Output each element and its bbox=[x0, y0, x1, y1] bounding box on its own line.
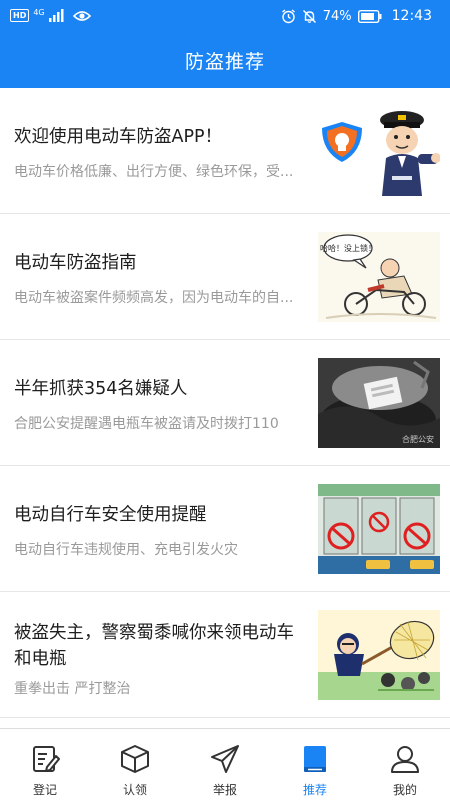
article-card[interactable]: 欢迎使用电动车防盗APP！ 电动车价格低廉、出行方便、绿色环保，受... bbox=[0, 88, 450, 214]
article-text: 半年抓获354名嫌疑人 合肥公安提醒遇电瓶车被盗请及时拨打110 bbox=[14, 340, 304, 466]
article-desc: 重拳出击 严打整治 bbox=[14, 681, 131, 697]
article-text: 欢迎使用电动车防盗APP！ 电动车价格低廉、出行方便、绿色环保，受... bbox=[14, 88, 304, 214]
speech-bubble-text: 哈哈！没上锁！ bbox=[320, 243, 376, 253]
battery-icon bbox=[357, 9, 382, 23]
article-desc: 电动自行车违规使用、充电引发火灾 bbox=[14, 542, 238, 558]
article-card[interactable]: 被盗失主，警察蜀黍喊你来领电动车和电瓶 重拳出击 严打整治 bbox=[0, 592, 450, 718]
article-thumbnail bbox=[318, 610, 440, 700]
article-text: 电动自行车安全使用提醒 电动自行车违规使用、充电引发火灾 bbox=[14, 466, 304, 592]
book-icon bbox=[304, 746, 326, 772]
thief-illustration: 哈哈！没上锁！ bbox=[318, 232, 440, 322]
tab-label: 认领 bbox=[122, 783, 147, 797]
article-desc: 电动车被盗案件频频高发，因为电动车的自... bbox=[14, 290, 294, 306]
police-shield-illustration bbox=[318, 106, 440, 196]
box-icon bbox=[121, 745, 149, 773]
eye-icon bbox=[72, 10, 91, 21]
bottom-tab-bar: 登记 认领 举报 推荐 我的 bbox=[0, 728, 450, 800]
tab-label: 举报 bbox=[212, 783, 237, 797]
tab-label: 登记 bbox=[32, 783, 57, 797]
page-title: 防盗推荐 bbox=[184, 51, 265, 73]
article-title: 电动车防盗指南 bbox=[14, 253, 137, 273]
tab-profile[interactable]: 我的 bbox=[360, 729, 450, 800]
article-card[interactable]: 电动车防盗指南 电动车被盗案件频频高发，因为电动车的自... 哈哈！没上锁！ bbox=[0, 214, 450, 340]
battery-percent: 74% bbox=[322, 8, 352, 24]
article-title: 欢迎使用电动车防盗APP！ bbox=[14, 127, 223, 147]
police-net-cartoon bbox=[318, 610, 440, 700]
article-thumbnail: 哈哈！没上锁！ bbox=[318, 232, 440, 322]
article-desc: 合肥公安提醒遇电瓶车被盗请及时拨打110 bbox=[14, 416, 279, 432]
edit-document-icon bbox=[33, 746, 60, 772]
article-desc: 电动车价格低廉、出行方便、绿色环保，受... bbox=[14, 164, 294, 180]
status-right: 74% 12:43 bbox=[281, 8, 432, 24]
article-list[interactable]: 欢迎使用电动车防盗APP！ 电动车价格低廉、出行方便、绿色环保，受... 电动车… bbox=[0, 88, 450, 728]
article-card[interactable]: 半年抓获354名嫌疑人 合肥公安提醒遇电瓶车被盗请及时拨打110 合肥公安 bbox=[0, 340, 450, 466]
tab-report[interactable]: 举报 bbox=[180, 729, 270, 800]
alarm-icon bbox=[281, 8, 295, 23]
article-thumbnail: 合肥公安 bbox=[318, 358, 440, 448]
article-title: 半年抓获354名嫌疑人 bbox=[14, 379, 188, 399]
tab-claim[interactable]: 认领 bbox=[90, 729, 180, 800]
article-card[interactable]: 电动自行车安全使用提醒 电动自行车违规使用、充电引发火灾 bbox=[0, 466, 450, 592]
paper-plane-icon bbox=[211, 745, 239, 773]
status-bar: HD 4G 74% 12:43 bbox=[0, 0, 450, 36]
article-thumbnail bbox=[318, 484, 440, 574]
scooter-seat-photo: 合肥公安 bbox=[318, 358, 440, 448]
watermark-text: 合肥公安 bbox=[402, 434, 434, 444]
mute-bell-icon bbox=[302, 9, 316, 23]
network-label: 4G bbox=[33, 8, 45, 17]
status-time: 12:43 bbox=[391, 8, 432, 24]
status-left: HD 4G bbox=[10, 8, 91, 22]
article-text: 电动车防盗指南 电动车被盗案件频频高发，因为电动车的自... bbox=[14, 214, 304, 340]
article-card[interactable] bbox=[0, 718, 450, 728]
user-icon bbox=[391, 746, 419, 773]
article-title: 电动自行车安全使用提醒 bbox=[14, 505, 207, 525]
article-text: 被盗失主，警察蜀黍喊你来领电动车和电瓶 重拳出击 严打整治 bbox=[14, 592, 304, 718]
tab-recommend[interactable]: 推荐 bbox=[270, 729, 360, 800]
article-title: 被盗失主，警察蜀黍喊你来领电动车和电瓶 bbox=[14, 623, 294, 669]
hd-badge: HD bbox=[10, 9, 30, 22]
article-thumbnail bbox=[318, 106, 440, 196]
tab-register[interactable]: 登记 bbox=[0, 729, 90, 800]
safety-warning-illustration bbox=[318, 484, 440, 574]
signal-icon bbox=[48, 9, 64, 22]
tab-label: 推荐 bbox=[302, 783, 327, 797]
tab-label: 我的 bbox=[392, 783, 417, 797]
nav-bar: 防盗推荐 bbox=[0, 36, 450, 88]
